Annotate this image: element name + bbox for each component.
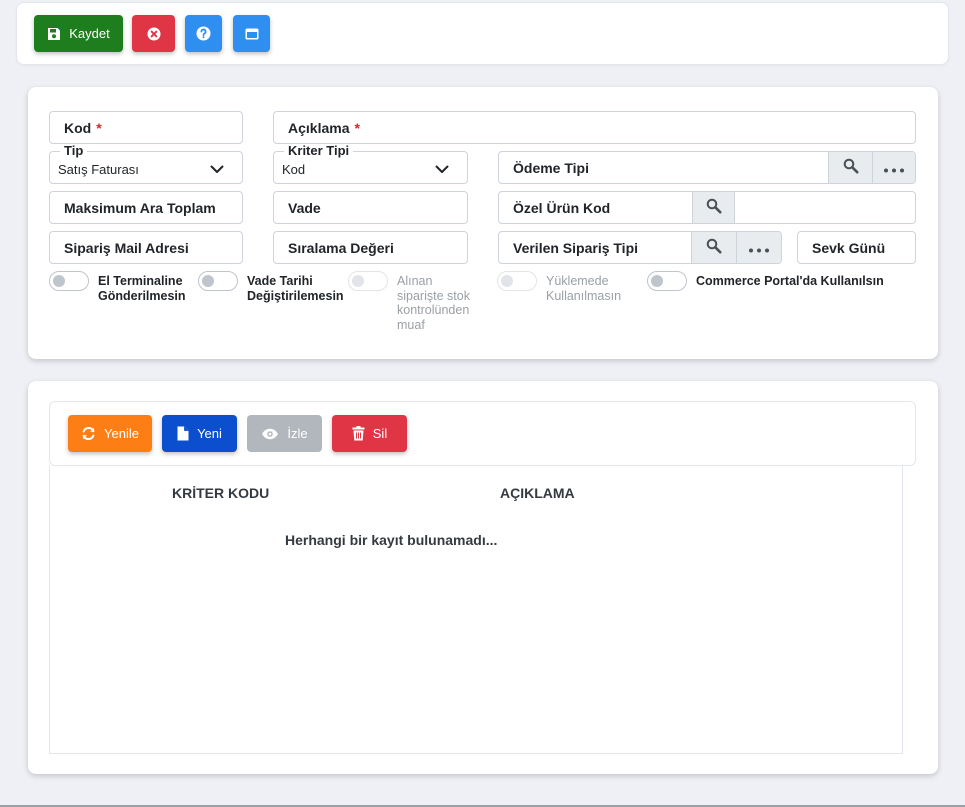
toggle-switch [497,271,537,291]
save-icon [47,27,61,41]
toggle-vade-tarihi[interactable]: Vade Tarihi Değiştirilemesin [198,271,344,303]
form-card: Kod * Açıklama * Tip Satış Faturası Kriter… [28,87,938,359]
search-icon [706,198,722,217]
maks-ara-toplam-label: Maksimum Ara Toplam [64,199,216,216]
kriter-tipi-value: Kod [282,162,306,177]
siparis-mail-field[interactable]: Sipariş Mail Adresi [49,231,243,264]
ozel-urun-kod-field[interactable]: Özel Ürün Kod [498,191,916,224]
search-icon [706,238,722,257]
search-icon [843,158,859,177]
column-header-aciklama[interactable]: AÇIKLAMA [500,485,575,501]
close-circle-icon [147,27,161,41]
yenile-label: Yenile [104,426,139,441]
required-mark: * [354,119,360,136]
refresh-icon [81,426,96,441]
window-icon [245,28,259,40]
save-button[interactable]: Kaydet [34,15,123,52]
save-label: Kaydet [69,26,110,41]
help-circle-icon [196,26,211,41]
help-button[interactable] [185,15,222,52]
sevk-gunu-label: Sevk Günü [812,239,886,256]
toggle-stok-kontrol: Alınan siparişte stok kontrolünden muaf [348,271,470,332]
empty-message: Herhangi bir kayıt bulunamadı... [285,532,498,548]
toggle-label: Yüklemede Kullanılmasın [546,274,622,303]
izle-label: İzle [287,426,308,441]
vade-field[interactable]: Vade [273,191,468,224]
chevron-down-icon [210,161,224,177]
odeme-tipi-label: Ödeme Tipi [513,159,589,176]
tip-label: Tip [60,144,88,158]
verilen-siparis-search-button[interactable] [691,232,736,263]
grid-card: Yenile Yeni İzle Sil KRİTER KODU AÇIKLAM… [28,381,938,774]
odeme-tipi-field[interactable]: Ödeme Tipi [498,151,916,184]
yeni-label: Yeni [197,426,222,441]
sil-button[interactable]: Sil [332,415,407,452]
toggle-label: Alınan siparişte stok kontrolünden muaf [397,274,470,332]
toggle-el-terminaline[interactable]: El Terminaline Gönderilmesin [49,271,186,303]
ozel-urun-kod-label: Özel Ürün Kod [513,199,611,216]
toggle-label: Vade Tarihi Değiştirilemesin [247,274,344,303]
tip-value: Satış Faturası [58,162,139,177]
data-table [49,465,903,754]
toggle-switch[interactable] [198,271,238,291]
toggle-switch [348,271,388,291]
trash-icon [352,426,365,441]
cancel-button[interactable] [132,15,175,52]
toggle-label: Commerce Portal'da Kullanılsın [696,274,884,288]
required-mark: * [96,119,102,136]
column-header-kriter-kodu[interactable]: KRİTER KODU [172,485,269,501]
yenile-button[interactable]: Yenile [68,415,152,452]
kod-field[interactable]: Kod * [49,111,243,144]
tip-select[interactable]: Tip Satış Faturası [49,144,243,184]
kod-label: Kod * [64,119,102,136]
siparis-mail-label: Sipariş Mail Adresi [64,239,189,256]
toggle-switch[interactable] [49,271,89,291]
more-icon [748,240,770,256]
aciklama-field[interactable]: Açıklama * [273,111,916,144]
yeni-button[interactable]: Yeni [162,415,237,452]
new-file-icon [177,426,189,441]
kriter-tipi-select[interactable]: Kriter Tipi Kod [273,144,468,184]
odeme-tipi-search-button[interactable] [828,152,872,183]
aciklama-label: Açıklama * [288,119,360,136]
verilen-siparis-tipi-field[interactable]: Verilen Sipariş Tipi [498,231,782,264]
vade-label: Vade [288,199,321,216]
sil-label: Sil [372,426,388,441]
toggle-label: El Terminaline Gönderilmesin [98,274,186,303]
siralama-degeri-field[interactable]: Sıralama Değeri [273,231,468,264]
toolbar-card: Kaydet [16,2,949,65]
izle-button: İzle [247,415,322,452]
kriter-tipi-label: Kriter Tipi [284,144,354,158]
more-icon [883,160,905,176]
verilen-siparis-more-button[interactable] [736,232,781,263]
chevron-down-icon [435,161,449,177]
eye-icon [261,428,279,440]
sevk-gunu-field[interactable]: Sevk Günü [797,231,916,264]
grid-toolbar: Yenile Yeni İzle Sil [49,401,916,466]
verilen-siparis-tipi-label: Verilen Sipariş Tipi [513,239,639,256]
siralama-degeri-label: Sıralama Değeri [288,239,394,256]
maks-ara-toplam-field[interactable]: Maksimum Ara Toplam [49,191,243,224]
toggle-switch[interactable] [647,271,687,291]
toggle-yuklemede: Yüklemede Kullanılmasın [497,271,621,303]
window-button[interactable] [233,15,270,52]
toggle-commerce-portal[interactable]: Commerce Portal'da Kullanılsın [647,271,884,291]
ozel-urun-kod-search-button[interactable] [692,192,735,223]
odeme-tipi-more-button[interactable] [872,152,915,183]
